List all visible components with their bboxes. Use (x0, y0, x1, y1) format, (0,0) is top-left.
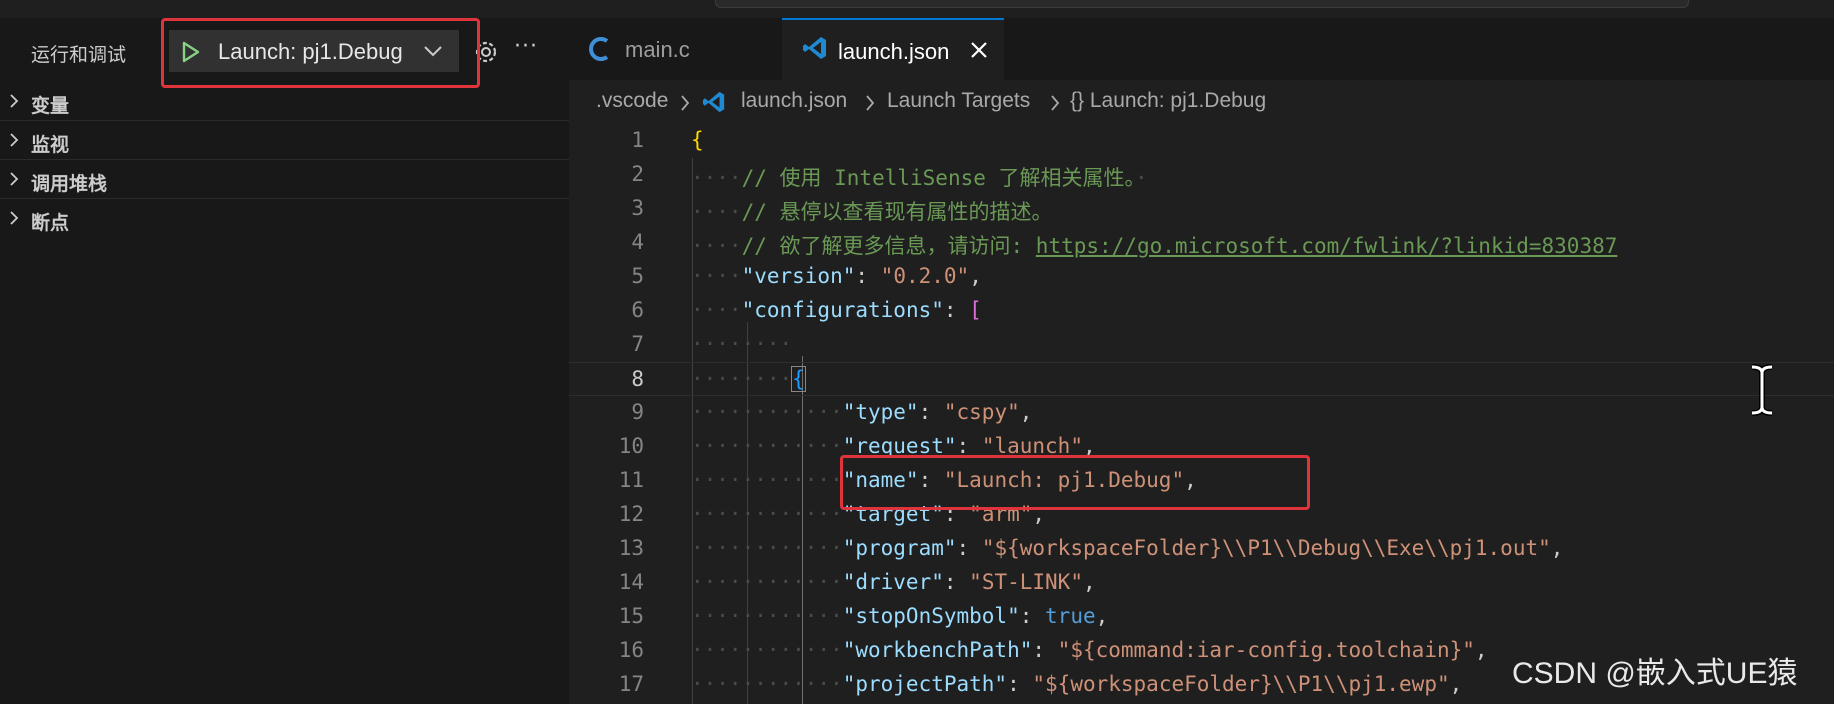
tab-main-c[interactable]: main.c (569, 18, 782, 80)
json-key: "workbenchPath" (842, 638, 1033, 662)
close-icon[interactable] (970, 41, 988, 59)
line-number: 15 (618, 604, 644, 628)
line-number: 2 (631, 162, 644, 186)
c-file-icon (589, 37, 609, 61)
json-value: "${workspaceFolder}\\P1\\Debug\\Exe\\pj1… (981, 536, 1551, 560)
json-value: true (1045, 604, 1096, 628)
json-key: "driver" (842, 570, 944, 594)
vscode-json-icon (803, 37, 826, 59)
section-breakpoints[interactable]: 断点 (0, 199, 569, 237)
tab-label: main.c (625, 37, 690, 62)
highlight-box-launch-config (161, 18, 480, 88)
line-number: 6 (631, 298, 644, 322)
json-value: "${workspaceFolder}\\P1\\pj1.ewp" (1032, 672, 1450, 696)
code-line: 13 ············"program": "${workspaceFo… (569, 532, 1834, 566)
line-number: 17 (618, 672, 644, 696)
text-cursor-icon (1751, 364, 1773, 416)
line-number: 9 (631, 400, 644, 424)
line-number: 4 (631, 230, 644, 254)
line-number: 12 (618, 502, 644, 526)
line-number: 13 (618, 536, 644, 560)
chevron-right-icon (1051, 95, 1060, 111)
breadcrumb: .vscode launch.json Launch Targets {} La… (569, 80, 1834, 124)
code-line: 3 ····// 悬停以查看现有属性的描述。 (569, 192, 1834, 226)
section-call-stack[interactable]: 调用堆栈 (0, 160, 569, 199)
json-value: "0.2.0" (880, 264, 970, 288)
code-line: 7 ········ (569, 328, 1834, 362)
json-key: "stopOnSymbol" (842, 604, 1020, 628)
section-watch[interactable]: 监视 (0, 121, 569, 160)
chevron-right-icon (10, 211, 19, 225)
breadcrumb-item[interactable]: {} Launch: pj1.Debug (1070, 89, 1266, 113)
code-line: 9 ············"type": "cspy", (569, 396, 1834, 430)
section-title: 监视 (31, 134, 70, 156)
code-line-current: 8 ········{ (569, 362, 1834, 396)
json-key: "projectPath" (842, 672, 1008, 696)
title-bar (0, 0, 1834, 18)
code-link[interactable]: https://go.microsoft.com/fwlink/?linkid=… (1036, 234, 1618, 258)
breadcrumb-item[interactable]: launch.json (741, 89, 847, 113)
line-number: 11 (618, 468, 644, 492)
run-and-debug-sidebar: 运行和调试 Launch: pj1.Debug ··· 变量 监视 调用堆栈 断… (0, 18, 569, 704)
line-number: 10 (618, 434, 644, 458)
line-number: 1 (631, 128, 644, 152)
chevron-right-icon (681, 95, 690, 111)
line-number: 8 (631, 367, 644, 391)
more-actions-icon[interactable]: ··· (514, 36, 538, 58)
json-key: "type" (842, 400, 919, 424)
section-title: 断点 (31, 212, 70, 234)
code-line: 14 ············"driver": "ST-LINK", (569, 566, 1834, 600)
line-number: 7 (631, 332, 644, 356)
chevron-right-icon (10, 94, 19, 108)
code-line: 15 ············"stopOnSymbol": true, (569, 600, 1834, 634)
section-title: 调用堆栈 (31, 173, 108, 195)
command-center[interactable] (715, 0, 1689, 8)
tab-label: launch.json (838, 39, 950, 64)
json-key: "version" (741, 264, 856, 288)
code-editor[interactable]: 1 { 2 ····// 使用 IntelliSense 了解相关属性。· 3 … (569, 124, 1834, 704)
tab-launch-json[interactable]: launch.json (782, 18, 1004, 80)
line-number: 5 (631, 264, 644, 288)
json-key: "program" (842, 536, 957, 560)
watermark: CSDN @嵌入式UE猿 (1512, 657, 1798, 690)
line-number: 16 (618, 638, 644, 662)
json-value: "cspy" (943, 400, 1020, 424)
json-value: "${command:iar-config.toolchain}" (1057, 638, 1475, 662)
section-title: 变量 (31, 95, 70, 117)
chevron-right-icon (10, 172, 19, 186)
code-line: 1 { (569, 124, 1834, 158)
json-key: "configurations" (741, 298, 944, 322)
code-line: 5 ····"version": "0.2.0", (569, 260, 1834, 294)
sidebar-title: 运行和调试 (31, 44, 127, 66)
code-comment: // 欲了解更多信息，请访问: (741, 234, 1036, 258)
line-number: 14 (618, 570, 644, 594)
section-variables[interactable]: 变量 (0, 82, 569, 121)
chevron-right-icon (866, 95, 875, 111)
editor-tab-bar: main.c launch.json (569, 18, 1834, 80)
line-number: 3 (631, 196, 644, 220)
vscode-json-icon (702, 91, 725, 113)
code-comment: // 悬停以查看现有属性的描述。 (741, 200, 1053, 224)
code-line: 4 ····// 欲了解更多信息，请访问: https://go.microso… (569, 226, 1834, 260)
chevron-right-icon (10, 133, 19, 147)
code-line: 6 ····"configurations": [ (569, 294, 1834, 328)
json-value: "ST-LINK" (969, 570, 1083, 594)
breadcrumb-item[interactable]: .vscode (596, 89, 668, 113)
breadcrumb-item[interactable]: Launch Targets (887, 89, 1030, 113)
code-line: 2 ····// 使用 IntelliSense 了解相关属性。· (569, 158, 1834, 192)
highlight-box-name-line (840, 455, 1310, 510)
code-comment: // 使用 IntelliSense 了解相关属性。 (741, 166, 1136, 190)
